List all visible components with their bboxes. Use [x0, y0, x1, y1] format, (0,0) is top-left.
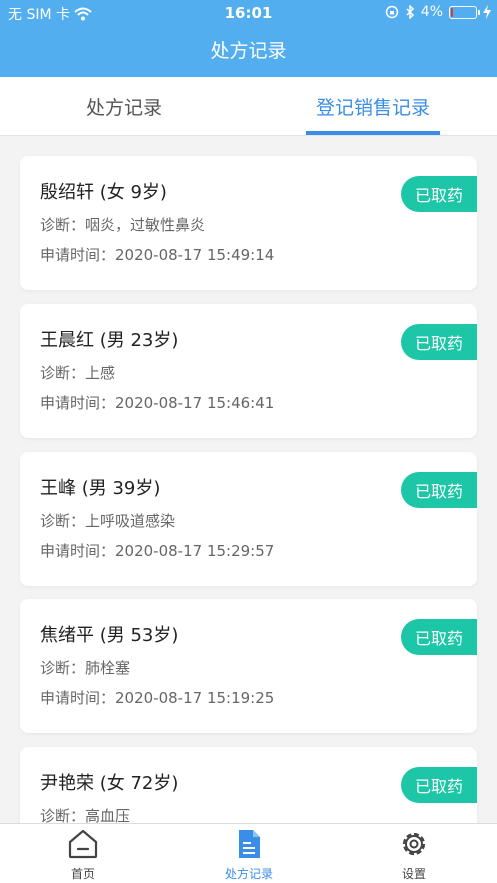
- record-card[interactable]: 王峰 (男 39岁) 诊断：上呼吸道感染 申请时间：2020-08-17 15:…: [20, 452, 477, 586]
- nav-prescription-records[interactable]: 处方记录: [166, 824, 332, 883]
- gear-icon: [402, 832, 426, 856]
- tab-sales-records[interactable]: 登记销售记录: [249, 77, 497, 136]
- app-header: 无 SIM 卡 16:01 4% 处方记录: [0, 0, 497, 77]
- record-card[interactable]: 殷绍轩 (女 9岁) 诊断：咽炎，过敏性鼻炎 申请时间：2020-08-17 1…: [20, 156, 477, 290]
- charging-icon: [483, 5, 491, 19]
- bottom-nav: 首页 处方记录 设置: [0, 823, 497, 883]
- tab-bar: 处方记录 登记销售记录: [0, 77, 497, 136]
- status-badge: 已取药: [401, 176, 477, 212]
- active-tab-indicator: [306, 131, 440, 135]
- status-badge: 已取药: [401, 767, 477, 803]
- status-badge: 已取药: [401, 619, 477, 655]
- request-time: 申请时间：2020-08-17 15:19:25: [40, 689, 275, 707]
- nav-home[interactable]: 首页: [0, 824, 166, 883]
- patient-name: 焦绪平 (男 53岁): [40, 625, 179, 646]
- request-time: 申请时间：2020-08-17 15:46:41: [40, 394, 275, 412]
- tab-prescription-records[interactable]: 处方记录: [0, 77, 248, 136]
- orientation-lock-icon: [385, 5, 399, 19]
- nav-home-label: 首页: [70, 867, 95, 881]
- status-badge: 已取药: [401, 472, 477, 508]
- nav-settings[interactable]: 设置: [331, 824, 497, 883]
- diagnosis-text: 诊断：咽炎，过敏性鼻炎: [40, 216, 206, 234]
- record-card[interactable]: 王晨红 (男 23岁) 诊断：上感 申请时间：2020-08-17 15:46:…: [20, 304, 477, 438]
- diagnosis-text: 诊断：上呼吸道感染: [40, 512, 176, 530]
- status-right: 4%: [385, 4, 491, 20]
- nav-prescription-label: 处方记录: [224, 867, 273, 881]
- bluetooth-icon: [406, 5, 414, 19]
- diagnosis-text: 诊断：上感: [40, 364, 116, 382]
- battery-icon: [449, 5, 480, 19]
- nav-settings-label: 设置: [401, 867, 426, 881]
- patient-name: 王晨红 (男 23岁): [40, 330, 179, 351]
- request-time: 申请时间：2020-08-17 15:29:57: [40, 542, 275, 560]
- status-bar: 无 SIM 卡 16:01 4%: [0, 0, 497, 26]
- diagnosis-text: 诊断：高血压: [40, 807, 131, 823]
- record-card[interactable]: 焦绪平 (男 53岁) 诊断：肺栓塞 申请时间：2020-08-17 15:19…: [20, 599, 477, 733]
- patient-name: 王峰 (男 39岁): [40, 478, 161, 499]
- patient-name: 尹艳荣 (女 72岁): [40, 773, 179, 794]
- request-time: 申请时间：2020-08-17 15:49:14: [40, 246, 275, 264]
- battery-percent: 4%: [420, 4, 443, 20]
- record-list[interactable]: 殷绍轩 (女 9岁) 诊断：咽炎，过敏性鼻炎 申请时间：2020-08-17 1…: [0, 137, 497, 823]
- home-icon: [68, 829, 98, 859]
- patient-name: 殷绍轩 (女 9岁): [40, 182, 167, 203]
- record-card[interactable]: 尹艳荣 (女 72岁) 诊断：高血压 已取药: [20, 747, 477, 823]
- page-title: 处方记录: [210, 40, 287, 62]
- diagnosis-text: 诊断：肺栓塞: [40, 659, 131, 677]
- document-icon: [239, 830, 260, 858]
- status-badge: 已取药: [401, 324, 477, 360]
